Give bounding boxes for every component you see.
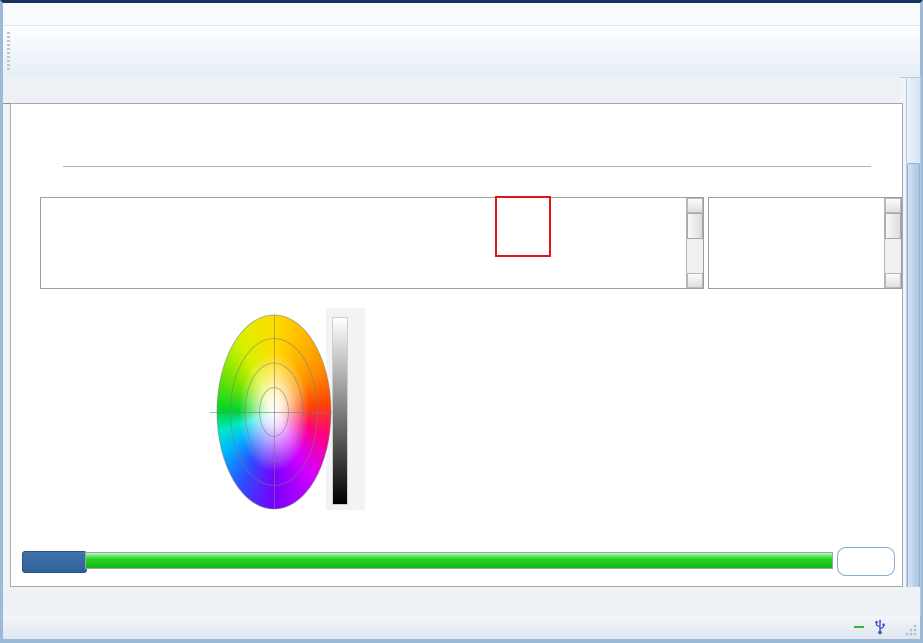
formulas-scrollbar[interactable]: [686, 198, 703, 288]
reset-button[interactable]: [22, 551, 87, 573]
scroll-up-icon[interactable]: [687, 198, 703, 213]
scrollbar-thumb[interactable]: [687, 213, 703, 239]
app-window: [0, 0, 923, 643]
scroll-up-icon[interactable]: [885, 198, 901, 213]
scroll-down-icon[interactable]: [687, 273, 703, 288]
scroll-down-icon[interactable]: [885, 273, 901, 288]
spectrum-chart: [364, 290, 902, 525]
components-panel: [708, 184, 902, 289]
toolbar: [3, 26, 920, 78]
components-table-box: [708, 197, 902, 289]
usb-icon: [873, 619, 887, 635]
lightness-gradient-bar[interactable]: [332, 317, 348, 505]
mi-annotation: [495, 196, 551, 257]
rgb-panel: [40, 290, 204, 522]
tab-bar: [3, 77, 900, 104]
pre-button[interactable]: [837, 547, 895, 576]
window-scrollbar[interactable]: [906, 77, 921, 615]
formulas-panel: [40, 184, 704, 289]
title-divider: [63, 166, 871, 167]
lab-a-axis: [210, 412, 338, 413]
formulas-table-box: [40, 197, 704, 289]
bottom-tab-bar: [3, 587, 920, 615]
progress-bar: [85, 552, 833, 569]
window-scrollbar-thumb[interactable]: [907, 163, 920, 613]
sample-color-swatch: [80, 350, 162, 466]
scrollbar-thumb[interactable]: [885, 213, 901, 239]
content-area: [10, 103, 903, 587]
spectrum-panel: [364, 290, 902, 525]
cielab-panel: [208, 290, 365, 522]
toolbar-grip[interactable]: [7, 32, 10, 72]
components-scrollbar[interactable]: [884, 198, 901, 288]
menu-bar: [3, 3, 920, 26]
status-bar: [3, 615, 920, 639]
resize-grip[interactable]: [905, 624, 917, 636]
device-status-badge: [854, 626, 864, 628]
